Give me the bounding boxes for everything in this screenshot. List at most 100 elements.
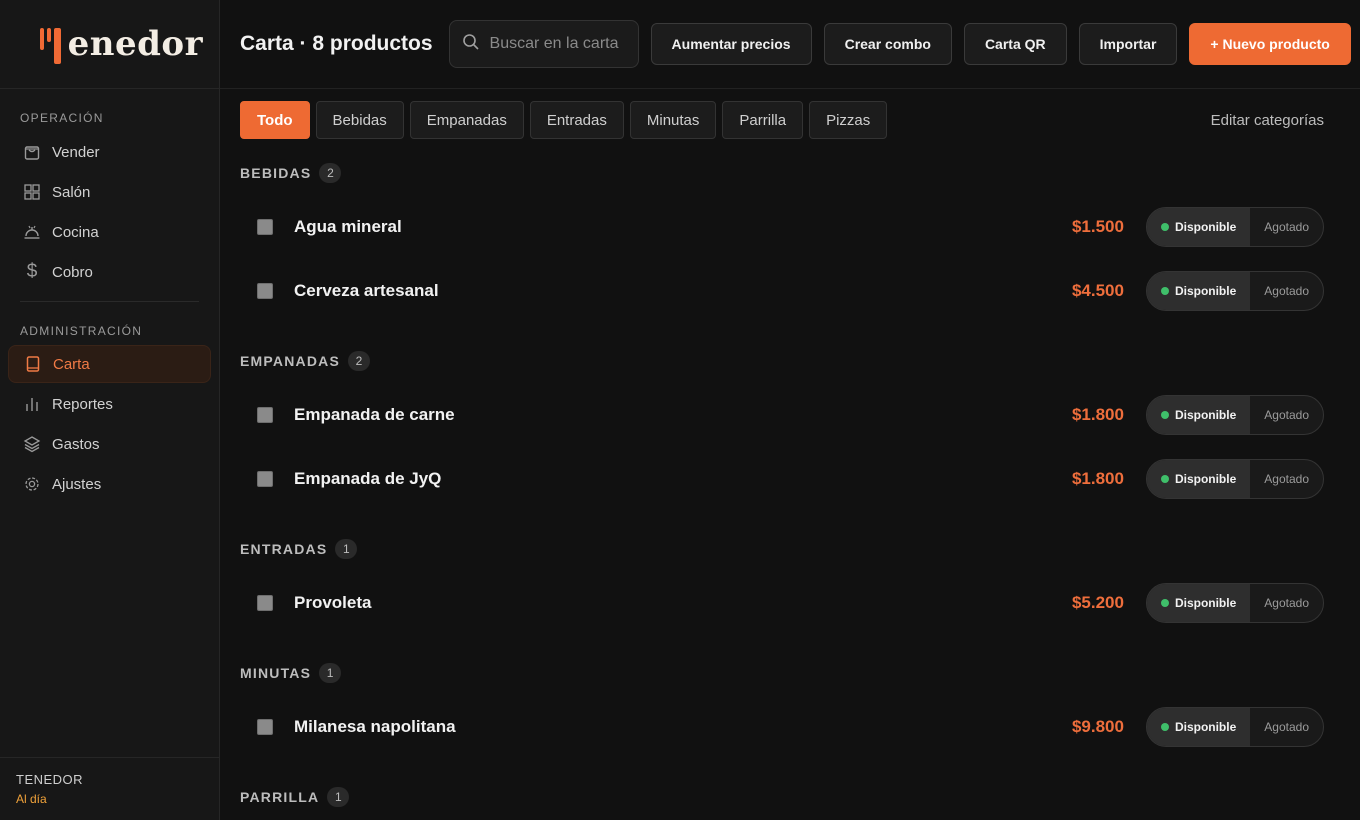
sold-out-option[interactable]: Agotado — [1250, 708, 1323, 746]
sidebar: enedor OPERACIÓN Vender Salón Cocina $ C… — [0, 0, 220, 820]
available-label: Disponible — [1174, 220, 1237, 234]
filter-chip-parrilla[interactable]: Parrilla — [722, 101, 804, 139]
create-combo-button[interactable]: Crear combo — [823, 23, 952, 65]
product-checkbox[interactable] — [257, 407, 273, 423]
group-header-parrilla: PARRILLA 1 — [240, 787, 1324, 807]
available-dot-icon — [1160, 723, 1169, 731]
new-product-button[interactable]: + Nuevo producto — [1189, 23, 1351, 65]
filter-chip-empanadas[interactable]: Empanadas — [409, 101, 524, 139]
group-count-badge: 2 — [319, 163, 342, 183]
category-filter-bar: Todo Bebidas Empanadas Entradas Minutas … — [240, 101, 1324, 139]
product-checkbox[interactable] — [257, 471, 273, 487]
sidebar-item-label: Cobro — [52, 263, 93, 281]
group-count-badge: 1 — [327, 787, 350, 807]
sidebar-item-label: Salón — [52, 183, 91, 201]
available-option[interactable]: Disponible — [1146, 272, 1251, 310]
sidebar-item-label: Ajustes — [52, 475, 102, 493]
sidebar-item-label: Reportes — [52, 395, 113, 413]
filter-chip-bebidas[interactable]: Bebidas — [315, 101, 404, 139]
product-name[interactable]: Agua mineral — [294, 217, 402, 237]
import-button[interactable]: Importar — [1078, 23, 1178, 65]
available-dot-icon — [1160, 223, 1169, 231]
grid-icon — [22, 182, 42, 202]
sidebar-item-label: Cocina — [52, 223, 99, 241]
product-checkbox[interactable] — [257, 219, 273, 235]
group-header-entradas: ENTRADAS 1 — [240, 539, 1324, 559]
layers-icon — [22, 434, 42, 454]
sidebar-item-ajustes[interactable]: Ajustes — [8, 465, 211, 503]
product-name[interactable]: Cerveza artesanal — [294, 281, 439, 301]
sidebar-footer: TENEDOR Al día — [0, 757, 219, 820]
sidebar-item-label: Carta — [53, 355, 90, 373]
search-box[interactable] — [448, 20, 639, 68]
sidebar-item-carta[interactable]: Carta — [8, 345, 211, 383]
product-price: $1.800 — [1071, 405, 1124, 424]
menu-content: Todo Bebidas Empanadas Entradas Minutas … — [220, 89, 1360, 820]
sidebar-item-cocina[interactable]: Cocina — [8, 213, 211, 251]
app-logo[interactable]: enedor — [0, 0, 219, 89]
product-price: $1.500 — [1071, 217, 1124, 236]
group-count-badge: 2 — [348, 351, 370, 371]
available-label: Disponible — [1174, 596, 1237, 610]
page-title: Carta · 8 productos — [240, 32, 433, 55]
availability-toggle: Disponible Agotado — [1145, 271, 1324, 311]
product-row: Cerveza artesanal $4.500 Disponible Agot… — [240, 259, 1324, 323]
available-option[interactable]: Disponible — [1146, 708, 1251, 746]
sold-out-option[interactable]: Agotado — [1250, 584, 1323, 622]
product-name[interactable]: Empanada de JyQ — [294, 469, 441, 489]
sold-out-option[interactable]: Agotado — [1250, 272, 1323, 310]
group-count-badge: 1 — [319, 663, 342, 683]
available-label: Disponible — [1174, 408, 1237, 422]
search-input[interactable] — [489, 35, 630, 53]
sidebar-item-cobro[interactable]: $ Cobro — [8, 253, 211, 291]
available-dot-icon — [1160, 287, 1169, 295]
nav-heading-administracion: ADMINISTRACIÓN — [20, 324, 143, 338]
bar-chart-icon — [22, 394, 42, 414]
edit-categories-button[interactable]: Editar categorías — [1211, 112, 1324, 129]
product-row: Provoleta $5.200 Disponible Agotado — [240, 571, 1324, 635]
product-price: $1.800 — [1071, 469, 1124, 488]
product-price: $5.200 — [1071, 593, 1124, 612]
available-option[interactable]: Disponible — [1146, 584, 1251, 622]
group-name: ENTRADAS — [240, 541, 328, 557]
book-icon — [23, 354, 43, 374]
qr-menu-button[interactable]: Carta QR — [963, 23, 1067, 65]
sidebar-item-vender[interactable]: Vender — [8, 133, 211, 171]
product-name[interactable]: Provoleta — [294, 593, 371, 613]
filter-chip-pizzas[interactable]: Pizzas — [809, 101, 888, 139]
availability-toggle: Disponible Agotado — [1145, 459, 1324, 499]
cloche-icon — [22, 222, 42, 242]
fork-logo-icon — [38, 28, 68, 64]
available-option[interactable]: Disponible — [1146, 460, 1251, 498]
sold-out-option[interactable]: Agotado — [1250, 396, 1323, 434]
footer-brand: TENEDOR — [16, 772, 84, 787]
product-checkbox[interactable] — [257, 595, 273, 611]
available-option[interactable]: Disponible — [1146, 208, 1251, 246]
raise-prices-button[interactable]: Aumentar precios — [650, 23, 812, 65]
filter-chip-todo[interactable]: Todo — [240, 101, 310, 139]
shopping-bag-icon — [22, 142, 42, 162]
logo-text: enedor — [67, 24, 203, 64]
product-name[interactable]: Empanada de carne — [294, 405, 455, 425]
filter-chip-minutas[interactable]: Minutas — [629, 101, 717, 139]
product-checkbox[interactable] — [257, 719, 273, 735]
product-row: Empanada de JyQ $1.800 Disponible Agotad… — [240, 447, 1324, 511]
product-name[interactable]: Milanesa napolitana — [294, 717, 456, 737]
availability-toggle: Disponible Agotado — [1145, 207, 1324, 247]
sold-out-option[interactable]: Agotado — [1250, 460, 1323, 498]
sidebar-item-reportes[interactable]: Reportes — [8, 385, 211, 423]
nav-divider — [20, 301, 199, 302]
group-name: EMPANADAS — [240, 353, 340, 369]
filter-chip-entradas[interactable]: Entradas — [529, 101, 624, 139]
group-header-bebidas: BEBIDAS 2 — [240, 163, 1324, 183]
available-label: Disponible — [1174, 720, 1237, 734]
sidebar-item-gastos[interactable]: Gastos — [8, 425, 211, 463]
nav-heading-operacion: OPERACIÓN — [20, 111, 104, 125]
search-icon — [462, 33, 480, 56]
product-checkbox[interactable] — [257, 283, 273, 299]
available-label: Disponible — [1174, 284, 1237, 298]
available-option[interactable]: Disponible — [1146, 396, 1251, 434]
sidebar-item-salon[interactable]: Salón — [8, 173, 211, 211]
group-count-badge: 1 — [335, 539, 358, 559]
sold-out-option[interactable]: Agotado — [1250, 208, 1323, 246]
